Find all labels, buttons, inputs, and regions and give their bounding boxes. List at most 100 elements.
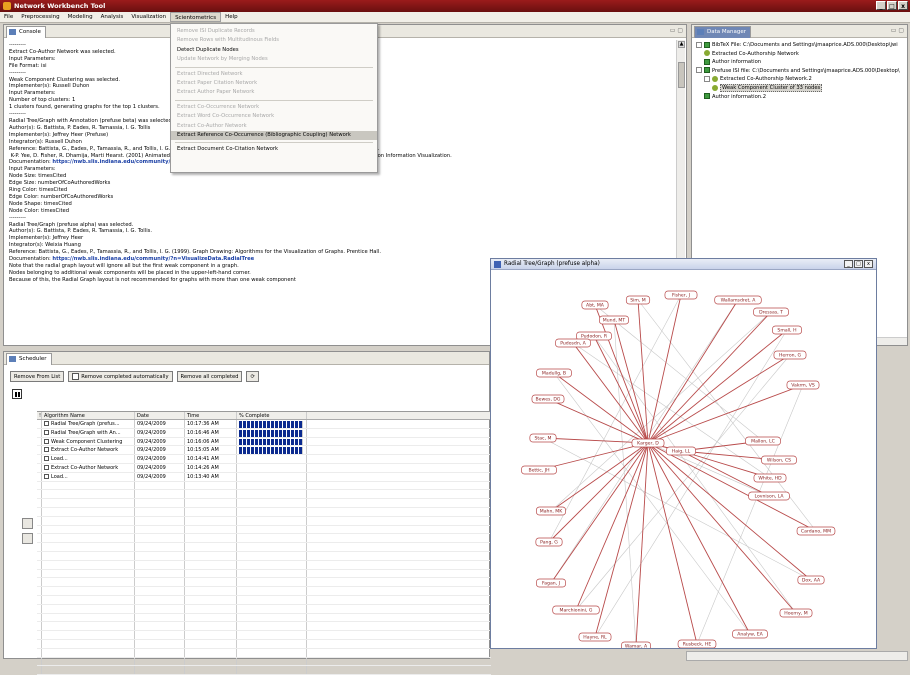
scheduler-refresh-button[interactable]: ⟳ xyxy=(246,371,259,382)
radial-maximize-button[interactable]: □ xyxy=(854,260,863,268)
graph-node[interactable]: Mund, MT xyxy=(599,315,629,325)
menu-item[interactable]: Remove ISI Duplicate Records xyxy=(171,27,377,36)
menu-visualization[interactable]: Visualization xyxy=(127,12,170,22)
row-checkbox[interactable] xyxy=(44,456,49,462)
expand-toggle-icon[interactable] xyxy=(696,67,702,74)
radial-graph-canvas[interactable]: Abt, MA Sim, M Fisher, J Wallamsdret, A Pudo… xyxy=(491,270,876,648)
menu-item[interactable]: Detect Duplicate Nodes xyxy=(171,46,377,55)
table-row[interactable]: Extract Co-Author Network 09/24/2009 10:14… xyxy=(37,463,491,473)
graph-node[interactable]: Abt, MA xyxy=(581,300,609,310)
table-row[interactable]: Load... 09/24/2009 10:14:41 AM xyxy=(37,455,491,464)
graph-node[interactable]: Small, H xyxy=(772,325,802,335)
table-row[interactable]: Weak Component Clustering 09/24/2009 10:16… xyxy=(37,437,491,447)
menu-item[interactable]: Extract Paper Citation Network xyxy=(171,79,377,88)
menu-file[interactable]: File xyxy=(0,12,17,22)
table-row[interactable]: Load... 09/24/2009 10:13:40 AM xyxy=(37,472,491,482)
menu-item[interactable]: Extract Reference Co-Occurrence (Bibliog… xyxy=(171,131,377,140)
graph-node[interactable]: Mallon, LC xyxy=(745,436,781,446)
tree-node[interactable]: BibTeX File: C:\Documents and Settings\j… xyxy=(696,41,898,49)
scroll-thumb[interactable] xyxy=(678,62,685,88)
table-row[interactable]: Extract Co-Author Network 09/24/2009 10:15… xyxy=(37,446,491,456)
tab-scheduler[interactable]: Scheduler xyxy=(6,353,52,365)
graph-node[interactable]: Fisher, J xyxy=(664,290,698,300)
documentation-link[interactable]: https://nwb.slis.indiana.edu/community/?… xyxy=(52,256,254,262)
tree-node[interactable]: Author information xyxy=(704,58,761,66)
menu-modeling[interactable]: Modeling xyxy=(64,12,97,22)
minimize-button[interactable]: _ xyxy=(876,1,886,10)
expand-toggle-icon[interactable] xyxy=(696,41,702,48)
menu-item[interactable]: Extract Word Co-Occurrence Network xyxy=(171,112,377,121)
menu-help[interactable]: Help xyxy=(221,12,242,22)
close-button[interactable]: x xyxy=(898,1,908,10)
graph-node[interactable]: Vakrm, VS xyxy=(786,380,820,390)
graph-node[interactable]: Lovnison, LA xyxy=(748,491,790,501)
view-minmax-icon[interactable]: ▭ ▢ xyxy=(891,27,904,34)
menu-item[interactable]: Extract Author Paper Network xyxy=(171,88,377,97)
bottom-scrollbar[interactable] xyxy=(686,651,908,661)
tree-node[interactable]: Extracted Co-Authorship Network.2 xyxy=(704,75,812,83)
remove-auto-checkbox[interactable]: Remove completed automatically xyxy=(68,371,173,382)
col-date[interactable]: Date xyxy=(135,412,185,419)
graph-node[interactable]: Herron, G xyxy=(773,350,807,360)
row-checkbox[interactable] xyxy=(44,447,49,453)
graph-node[interactable]: Karger, D xyxy=(631,438,665,448)
row-checkbox[interactable] xyxy=(44,473,49,479)
radial-close-button[interactable]: x xyxy=(864,260,873,268)
graph-node[interactable]: Bewes, DG xyxy=(531,394,565,404)
tree-node[interactable]: Author information.2 xyxy=(704,93,766,101)
tree-node[interactable]: Prefuse ISI file: C:\Documents and Setti… xyxy=(696,67,900,75)
tree-node[interactable]: Weak Component Cluster of 33 nodes xyxy=(712,84,823,92)
graph-node[interactable]: White, HD xyxy=(753,473,787,483)
graph-node[interactable]: Pudosdn, A xyxy=(555,338,591,348)
graph-node[interactable]: Bettic, JH xyxy=(521,465,557,475)
row-checkbox[interactable] xyxy=(44,421,49,426)
graph-node[interactable]: Marchionini, G xyxy=(552,605,600,615)
graph-node[interactable]: Mahn, MK xyxy=(536,506,566,516)
menu-item[interactable]: Extract Directed Network xyxy=(171,70,377,79)
graph-node[interactable]: Dressas, T xyxy=(753,307,789,317)
graph-node[interactable]: Wilson, CS xyxy=(761,455,797,465)
menu-item[interactable]: Remove Rows with Multitudinous Fields xyxy=(171,36,377,45)
menu-scientometrics[interactable]: Scientometrics xyxy=(170,12,222,22)
pause-icon[interactable] xyxy=(12,389,22,399)
graph-node[interactable]: Rusbeck, HE xyxy=(677,639,717,648)
graph-node[interactable]: Haig, LL xyxy=(666,446,696,456)
row-checkbox[interactable] xyxy=(44,429,49,435)
table-row[interactable]: Radial Tree/Graph with An... 09/24/2009 10… xyxy=(37,428,491,438)
graph-node[interactable]: Wallamsdret, A xyxy=(714,295,762,305)
graph-node[interactable]: Stac, M xyxy=(529,433,557,443)
graph-node[interactable]: Hoerny, M xyxy=(779,608,813,618)
row-checkbox[interactable] xyxy=(44,438,49,444)
graph-node[interactable]: Hayne, RL xyxy=(578,632,612,642)
graph-node[interactable]: Dox, AA xyxy=(797,575,825,585)
scroll-up-icon[interactable]: ▲ xyxy=(678,41,685,48)
graph-node[interactable]: Madullg, B xyxy=(536,368,572,378)
graph-node[interactable]: Cardano, MM xyxy=(796,526,836,536)
menu-item[interactable]: Extract Co-Occurrence Network xyxy=(171,103,377,112)
menu-item[interactable]: Extract Document Co-Citation Network xyxy=(171,145,377,154)
col-complete[interactable]: % Complete xyxy=(237,412,307,419)
graph-node[interactable]: Fagan, J xyxy=(536,578,566,588)
graph-node[interactable]: Pang, G xyxy=(535,537,563,547)
move-up-button[interactable] xyxy=(22,518,33,529)
move-down-button[interactable] xyxy=(22,533,33,544)
tree-node[interactable]: Extracted Co-Authorship Network xyxy=(704,50,799,58)
menu-item[interactable]: Extract Co-Author Network xyxy=(171,122,377,131)
remove-from-list-button[interactable]: Remove From List xyxy=(10,371,65,382)
graph-node[interactable]: Wamar, A xyxy=(621,641,651,648)
menu-preprocessing[interactable]: Preprocessing xyxy=(17,12,63,22)
graph-node[interactable]: Analyw, EA xyxy=(732,629,768,639)
col-algorithm[interactable]: Algorithm Name xyxy=(42,412,135,419)
expand-toggle-icon[interactable] xyxy=(704,75,710,82)
row-checkbox[interactable] xyxy=(44,464,49,470)
tab-data-manager[interactable]: Data Manager xyxy=(694,26,751,38)
table-row[interactable]: Radial Tree/Graph (prefus... 09/24/2009 10… xyxy=(37,420,491,429)
maximize-button[interactable]: □ xyxy=(887,1,897,10)
remove-all-completed-button[interactable]: Remove all completed xyxy=(176,371,243,382)
menu-item[interactable]: Update Network by Merging Nodes xyxy=(171,55,377,64)
checkbox-icon[interactable] xyxy=(72,373,80,380)
col-time[interactable]: Time xyxy=(185,412,237,419)
view-minmax-icon[interactable]: ▭ ▢ xyxy=(670,27,683,34)
radial-minimize-button[interactable]: _ xyxy=(844,260,853,268)
menu-analysis[interactable]: Analysis xyxy=(97,12,128,22)
